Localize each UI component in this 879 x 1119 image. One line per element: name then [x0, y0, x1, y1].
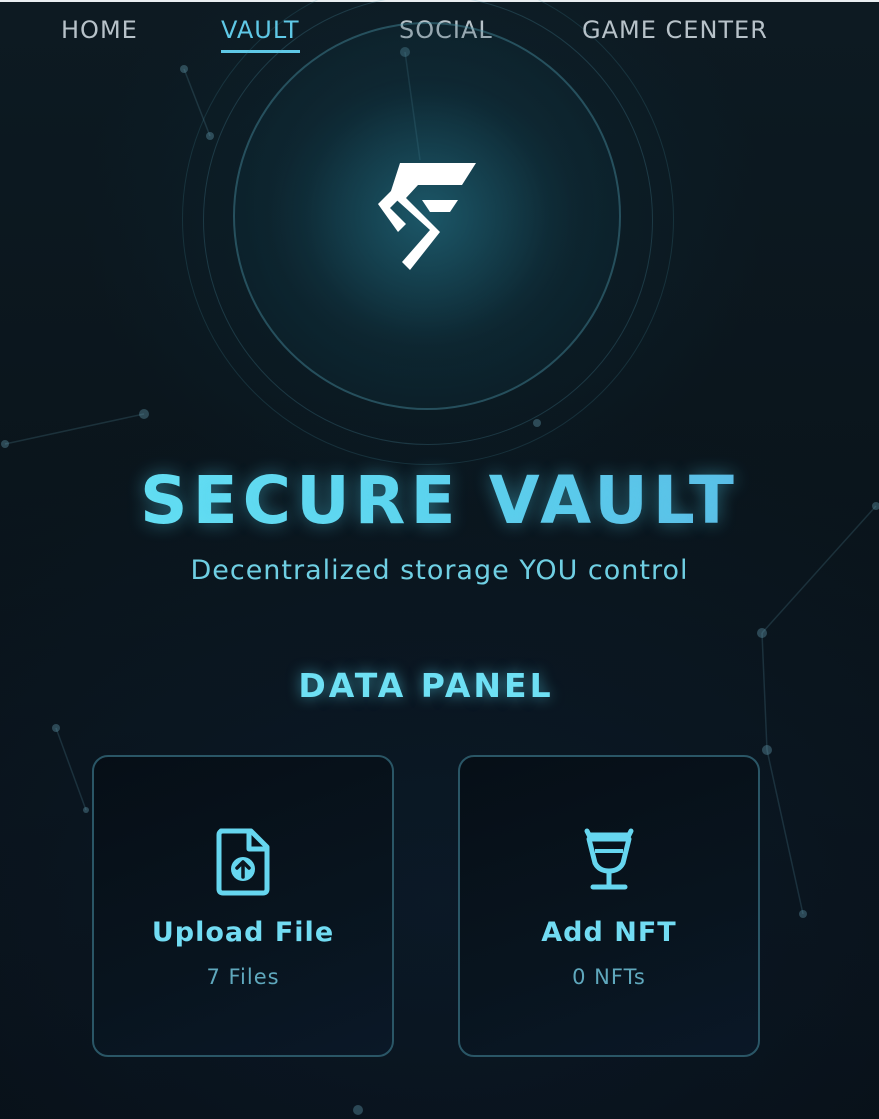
nav-item-game-center[interactable]: GAME CENTER: [582, 16, 768, 50]
upload-file-card[interactable]: Upload File 7 Files: [92, 755, 394, 1057]
upload-file-label: Upload File: [151, 917, 335, 948]
page-subtitle: Decentralized storage YOU control: [190, 555, 689, 586]
nft-chalice-icon: [584, 828, 634, 890]
page-title: SECURE VAULT: [0, 462, 879, 539]
file-count: 7 Files: [206, 965, 280, 989]
data-panel-title: DATA PANEL: [298, 666, 554, 705]
add-nft-label: Add NFT: [541, 917, 677, 948]
file-upload-icon: [216, 828, 270, 896]
nav-item-home[interactable]: HOME: [61, 16, 138, 50]
add-nft-card[interactable]: Add NFT 0 NFTs: [458, 755, 760, 1057]
vault-logo-icon: [378, 163, 476, 270]
nft-count: 0 NFTs: [572, 965, 646, 989]
